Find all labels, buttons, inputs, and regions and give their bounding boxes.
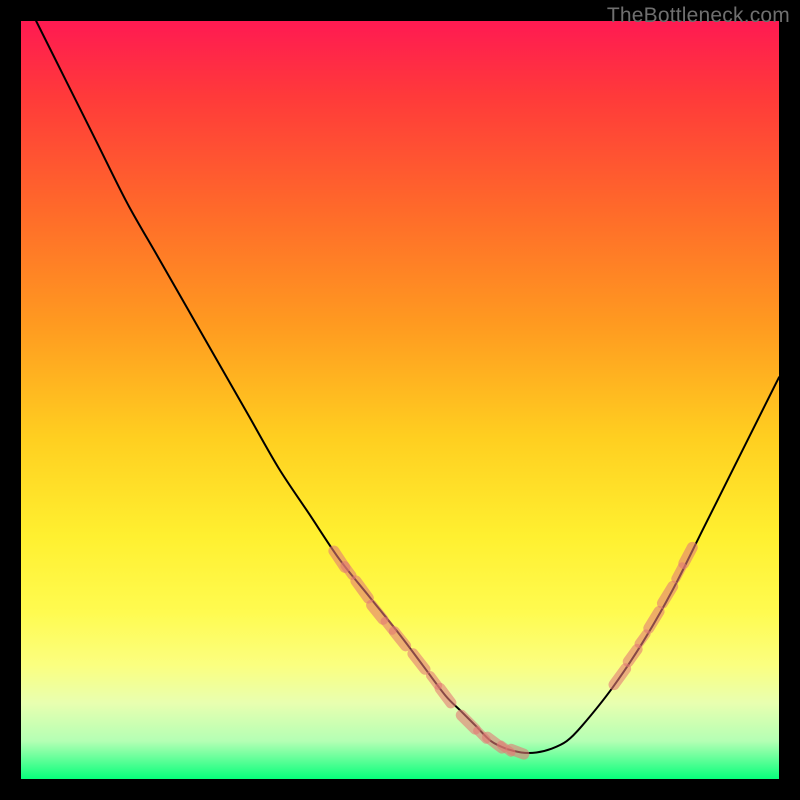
curve-marker [430, 676, 437, 686]
gradient-background [21, 21, 779, 779]
plot-area [21, 21, 779, 779]
curve-marker [684, 547, 693, 563]
chart-svg [21, 21, 779, 779]
chart-frame: TheBottleneck.com [0, 0, 800, 800]
curve-marker [676, 567, 682, 579]
curve-marker [511, 749, 524, 754]
curve-marker [639, 634, 646, 644]
watermark-text: TheBottleneck.com [607, 4, 790, 28]
curve-marker [345, 566, 352, 576]
curve-marker [628, 649, 637, 661]
